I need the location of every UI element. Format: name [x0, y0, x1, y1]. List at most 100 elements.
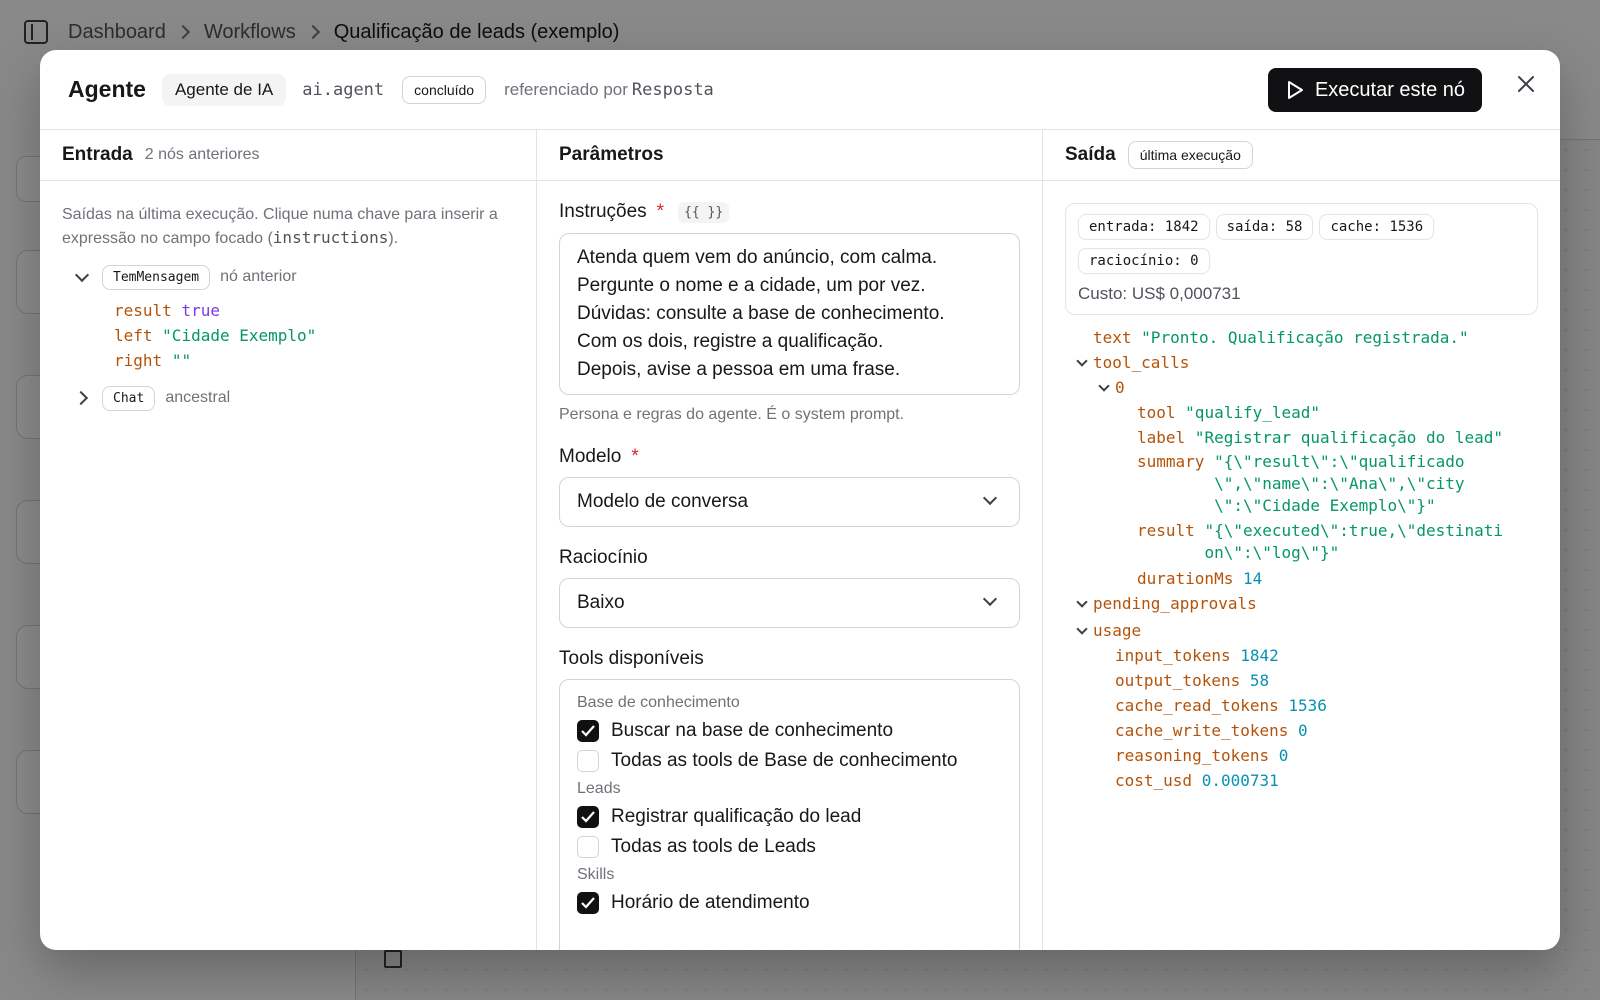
json-key[interactable]: label	[1137, 425, 1185, 450]
json-key[interactable]: output_tokens	[1115, 668, 1240, 693]
close-button[interactable]	[1514, 72, 1538, 96]
chevron-down-icon[interactable]	[1071, 350, 1093, 375]
input-node-row[interactable]: TemMensagem nó anterior	[68, 262, 514, 292]
tool-checkbox-row[interactable]: Registrar qualificação do lead	[577, 802, 1002, 832]
json-row[interactable]: output_tokens 58	[1115, 668, 1548, 693]
chevron-down-icon[interactable]	[68, 265, 92, 289]
tool-checkbox-label[interactable]: Todas as tools de Base de conhecimento	[611, 750, 957, 772]
json-key[interactable]: result	[1137, 520, 1195, 542]
checkbox-checked-icon[interactable]	[577, 720, 599, 742]
json-row[interactable]: 0	[1071, 375, 1548, 400]
input-tree: TemMensagem nó anterior result true left…	[40, 250, 536, 413]
tool-checkbox-row[interactable]: Todas as tools de Leads	[577, 832, 1002, 862]
json-key[interactable]: reasoning_tokens	[1115, 743, 1269, 768]
field-key[interactable]: left	[114, 326, 153, 345]
tools-label: Tools disponíveis	[559, 648, 1020, 670]
tool-checkbox-row[interactable]: Buscar na base de conhecimento	[577, 716, 1002, 746]
output-json: text "Pronto. Qualificação registrada." …	[1043, 315, 1560, 793]
input-node-tag: nó anterior	[220, 268, 297, 285]
json-key[interactable]: cache_write_tokens	[1115, 718, 1288, 743]
json-row[interactable]: text "Pronto. Qualificação registrada."	[1071, 325, 1548, 350]
input-field-row[interactable]: left "Cidade Exemplo"	[114, 323, 514, 348]
json-row[interactable]: durationMs 14	[1137, 566, 1548, 591]
json-row[interactable]: input_tokens 1842	[1115, 643, 1548, 668]
instructions-line: Dúvidas: consulte a base de conhecimento…	[577, 303, 945, 324]
json-value: "{\"executed\":true,\"destination\":\"lo…	[1204, 521, 1504, 562]
tools-label-text: Tools disponíveis	[559, 648, 704, 669]
referenced-by-label: referenciado por	[504, 79, 628, 99]
json-row[interactable]: summary "{\"result\":\"qualificado\",\"n…	[1137, 451, 1548, 517]
input-node-row[interactable]: Chat ancestral	[68, 383, 514, 413]
tool-checkbox-row[interactable]: Horário de atendimento	[577, 888, 1002, 918]
usage-fields: input_tokens 1842 output_tokens 58 cache…	[1071, 643, 1548, 793]
instructions-line: Atenda quem vem do anúncio, com calma.	[577, 247, 938, 268]
json-key[interactable]: durationMs	[1137, 566, 1233, 591]
input-panel-subtitle: 2 nós anteriores	[144, 146, 260, 163]
json-key[interactable]: summary	[1137, 451, 1204, 473]
tool-checkbox-label[interactable]: Horário de atendimento	[611, 892, 810, 914]
json-value: 14	[1242, 569, 1263, 588]
usage-chip: saída: 58	[1215, 214, 1314, 240]
checkbox-checked-icon[interactable]	[577, 892, 599, 914]
input-field-row[interactable]: right ""	[114, 348, 514, 373]
json-row[interactable]: cost_usd 0.000731	[1115, 768, 1548, 793]
json-row[interactable]: usage	[1071, 618, 1548, 643]
input-node-tag: ancestral	[165, 389, 231, 406]
json-row[interactable]: tool "qualify_lead"	[1137, 400, 1548, 425]
input-panel-header: Entrada 2 nós anteriores	[40, 130, 536, 181]
json-key[interactable]: pending_approvals	[1093, 591, 1257, 616]
instructions-textarea[interactable]: Atenda quem vem do anúncio, com calma. P…	[559, 233, 1020, 395]
json-key[interactable]: usage	[1093, 618, 1141, 643]
checkbox-unchecked-icon[interactable]	[577, 836, 599, 858]
checkbox-unchecked-icon[interactable]	[577, 750, 599, 772]
json-key[interactable]: cache_read_tokens	[1115, 693, 1279, 718]
field-key[interactable]: right	[114, 351, 162, 370]
cost-text: Custo: US$ 0,000731	[1078, 284, 1241, 303]
field-value: "Cidade Exemplo"	[162, 326, 317, 345]
json-row[interactable]: tool_calls	[1071, 350, 1548, 375]
required-mark: *	[656, 201, 665, 222]
chevron-down-icon[interactable]	[1093, 375, 1115, 400]
chevron-right-icon[interactable]	[68, 386, 92, 410]
json-row[interactable]: reasoning_tokens 0	[1115, 743, 1548, 768]
field-key[interactable]: result	[114, 301, 172, 320]
expression-badge[interactable]: {{ }}	[678, 201, 730, 223]
instructions-line: Com os dois, registre a qualificação.	[577, 331, 884, 352]
reasoning-select-value: Baixo	[577, 592, 625, 613]
json-key[interactable]: tool	[1137, 400, 1176, 425]
json-value: 58	[1249, 671, 1270, 690]
json-row[interactable]: result "{\"executed\":true,\"destination…	[1137, 520, 1548, 564]
checkbox-checked-icon[interactable]	[577, 806, 599, 828]
input-node-name[interactable]: TemMensagem	[102, 264, 211, 290]
json-key[interactable]: text	[1093, 325, 1132, 350]
node-modal: Agente Agente de IA ai.agent concluído r…	[40, 50, 1560, 950]
json-key[interactable]: input_tokens	[1115, 643, 1231, 668]
input-node-name[interactable]: Chat	[102, 385, 156, 411]
usage-summary: entrada: 1842 saída: 58 cache: 1536 racioc…	[1065, 203, 1538, 315]
tool-checkbox-row[interactable]: Todas as tools de Base de conhecimento	[577, 746, 1002, 776]
tool-checkbox-label[interactable]: Buscar na base de conhecimento	[611, 720, 893, 742]
tool-checkbox-label[interactable]: Todas as tools de Leads	[611, 836, 816, 858]
input-hint-end: ).	[388, 230, 399, 247]
json-key[interactable]: 0	[1115, 375, 1125, 400]
reasoning-select[interactable]: Baixo	[559, 578, 1020, 628]
run-node-label: Executar este nó	[1314, 78, 1466, 101]
model-select[interactable]: Modelo de conversa	[559, 477, 1020, 527]
json-row[interactable]: pending_approvals	[1071, 591, 1548, 616]
instructions-label: Instruções * {{ }}	[559, 201, 1020, 223]
json-key[interactable]: tool_calls	[1093, 350, 1189, 375]
run-node-button[interactable]: Executar este nó	[1268, 68, 1482, 112]
input-field-row[interactable]: result true	[114, 298, 514, 323]
tool-checkbox-label[interactable]: Registrar qualificação do lead	[611, 806, 861, 828]
json-row[interactable]: cache_write_tokens 0	[1115, 718, 1548, 743]
json-row[interactable]: label "Registrar qualificação do lead"	[1137, 425, 1548, 450]
node-type: ai.agent	[302, 79, 385, 100]
json-row[interactable]: cache_read_tokens 1536	[1115, 693, 1548, 718]
tool-group-label: Base de conhecimento	[577, 694, 740, 711]
chevron-down-icon[interactable]	[1071, 591, 1093, 616]
json-value: 0.000731	[1201, 771, 1279, 790]
chevron-down-icon[interactable]	[1071, 618, 1093, 643]
json-value: "{\"result\":\"qualificado\",\"name\":\"…	[1214, 452, 1465, 515]
json-key[interactable]: cost_usd	[1115, 768, 1192, 793]
field-value: ""	[171, 351, 192, 370]
